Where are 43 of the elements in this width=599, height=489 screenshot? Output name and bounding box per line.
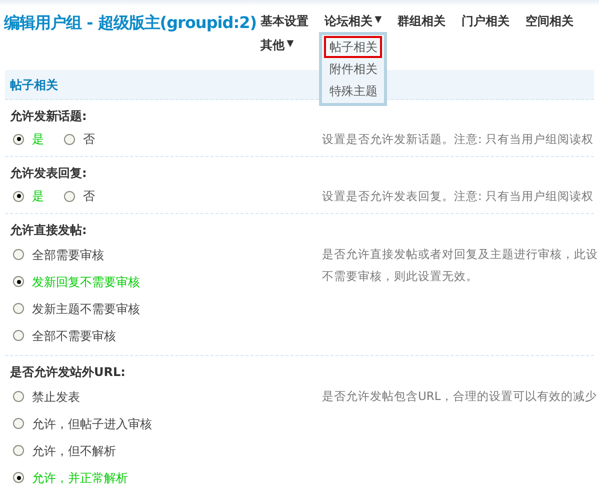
radio-button[interactable] [13, 472, 24, 483]
radio-label: 否 [83, 188, 95, 205]
setting-description: 设置是否允许发表回复。注意: 只有当用户组阅读权 [322, 188, 594, 205]
nav-tab[interactable]: 其他 ▼ [260, 36, 294, 54]
setting-description: 不需要审核，则此设置无效。 [322, 268, 479, 285]
radio-button[interactable] [64, 190, 75, 202]
radio-label: 否 [83, 131, 95, 148]
radio-label: 全部需要审核 [32, 246, 104, 264]
radio-button[interactable] [13, 276, 24, 287]
radio-button[interactable] [13, 190, 24, 202]
radio-button[interactable] [13, 303, 24, 314]
radio-label: 禁止发表 [32, 388, 80, 406]
radio-label: 是 [32, 188, 44, 205]
radio-label: 发新回复不需要审核 [32, 274, 140, 290]
nav-tab[interactable]: 基本设置 [260, 12, 309, 30]
radio-button[interactable] [13, 445, 24, 456]
radio-button[interactable] [13, 330, 24, 341]
setting-description: 是否允许发帖包含URL，合理的设置可以有效的减少 [322, 388, 597, 405]
setting-description: 设置是否允许发新话题。注意: 只有当用户组阅读权 [322, 131, 594, 148]
setting-description: 是否允许直接发帖或者对回复及主题进行审核，此设 [322, 246, 598, 263]
page-title: 编辑用户组 - 超级版主(groupid:2) [4, 12, 258, 34]
menu-item[interactable]: 帖子相关 [324, 36, 382, 58]
radio-label: 允许，并正常解析 [32, 470, 128, 486]
radio-button[interactable] [13, 418, 24, 429]
menu-item[interactable]: 特殊主题 [324, 80, 382, 102]
setting-label: 允许发新话题: [9, 108, 88, 125]
nav-tab[interactable]: 空间相关 [526, 12, 574, 30]
radio-label: 允许，但不解析 [32, 442, 116, 460]
radio-label: 是 [32, 131, 44, 148]
radio-button[interactable] [64, 134, 75, 144]
nav-tab[interactable]: 论坛相关 ▼ [324, 12, 382, 30]
radio-button[interactable] [13, 391, 24, 402]
radio-label: 发新主题不需要审核 [32, 300, 140, 318]
menu-item[interactable]: 附件相关 [324, 58, 382, 80]
setting-label: 允许发表回复: [9, 165, 88, 182]
radio-label: 全部不需要审核 [32, 328, 116, 344]
setting-label: 允许直接发帖: [9, 222, 88, 239]
setting-label: 是否允许发站外URL: [9, 364, 126, 381]
radio-button[interactable] [13, 134, 24, 144]
nav-tab[interactable]: 群组相关 [398, 12, 446, 30]
radio-button[interactable] [13, 249, 24, 260]
radio-label: 允许，但帖子进入审核 [32, 416, 152, 432]
nav-tab[interactable]: 门户相关 [462, 12, 510, 30]
